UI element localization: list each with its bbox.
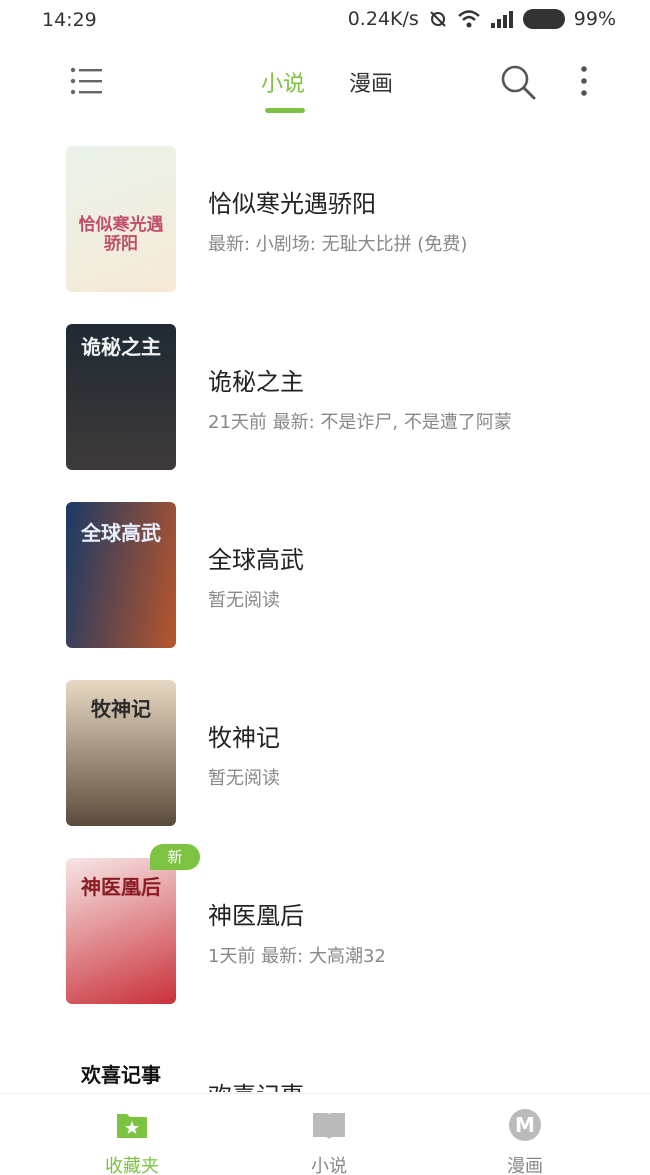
book-title: 诡秘之主 xyxy=(208,368,304,396)
folder-star-icon xyxy=(113,1108,151,1142)
new-badge: 新 xyxy=(150,844,200,870)
book-latest: 暂无阅读 xyxy=(208,590,280,611)
book-latest: 最新: 小剧场: 无耻大比拼 (免费) xyxy=(208,234,468,255)
book-item[interactable]: 欢喜记事 欢喜记事 xyxy=(0,1038,650,1092)
battery-level: 99% xyxy=(573,8,616,30)
book-icon xyxy=(310,1108,348,1142)
network-speed: 0.24K/s xyxy=(347,8,419,30)
book-cover: 全球高武 xyxy=(66,502,176,648)
bookshelf-list: 恰似寒光遇骄阳 恰似寒光遇骄阳 最新: 小剧场: 无耻大比拼 (免费) 诡秘之主… xyxy=(0,146,650,1092)
book-latest: 21天前 最新: 不是诈尸, 不是遭了阿蒙 xyxy=(208,412,512,433)
search-icon[interactable] xyxy=(498,62,538,102)
cover-title: 恰似寒光遇骄阳 xyxy=(78,215,164,254)
nav-favorites[interactable]: 收藏夹 xyxy=(67,1094,197,1175)
book-item[interactable]: 恰似寒光遇骄阳 恰似寒光遇骄阳 最新: 小剧场: 无耻大比拼 (免费) xyxy=(0,146,650,296)
nav-label: 小说 xyxy=(311,1156,347,1175)
cover-title: 诡秘之主 xyxy=(81,335,161,359)
book-title: 全球高武 xyxy=(208,546,304,574)
category-tabs: 小说 漫画 xyxy=(0,50,650,120)
book-cover: 恰似寒光遇骄阳 xyxy=(66,146,176,292)
book-item[interactable]: 全球高武 全球高武 暂无阅读 xyxy=(0,502,650,652)
book-title: 神医凰后 xyxy=(208,902,304,930)
book-item[interactable]: 牧神记 牧神记 暂无阅读 xyxy=(0,680,650,830)
active-tab-indicator xyxy=(265,108,305,113)
svg-text:M: M xyxy=(515,1113,535,1137)
book-cover: 神医凰后 xyxy=(66,858,176,1004)
status-time: 14:29 xyxy=(42,9,97,31)
cover-title: 神医凰后 xyxy=(81,875,161,899)
more-icon[interactable] xyxy=(574,62,594,102)
status-indicators: 0.24K/s 99% xyxy=(348,8,616,30)
cover-title: 牧神记 xyxy=(91,697,151,721)
book-item[interactable]: 诡秘之主 诡秘之主 21天前 最新: 不是诈尸, 不是遭了阿蒙 xyxy=(0,324,650,474)
book-cover: 欢喜记事 xyxy=(66,1038,176,1092)
nav-label: 收藏夹 xyxy=(105,1156,159,1175)
sync-icon xyxy=(428,9,448,29)
battery-icon xyxy=(522,9,565,29)
nav-label: 漫画 xyxy=(507,1156,543,1175)
m-circle-icon: M xyxy=(506,1108,544,1142)
top-bar: 小说 漫画 xyxy=(0,50,650,120)
signal-icon xyxy=(490,9,514,29)
nav-novel[interactable]: 小说 xyxy=(264,1094,394,1175)
cover-title: 欢喜记事 xyxy=(81,1063,161,1087)
book-latest: 1天前 最新: 大高潮32 xyxy=(208,946,386,967)
status-bar: 14:29 0.24K/s 99% xyxy=(0,0,650,44)
bottom-nav: 收藏夹 小说 M 漫画 xyxy=(0,1093,650,1175)
wifi-icon xyxy=(457,9,481,29)
book-cover: 牧神记 xyxy=(66,680,176,826)
nav-comic[interactable]: M 漫画 xyxy=(460,1094,590,1175)
book-title: 恰似寒光遇骄阳 xyxy=(208,190,376,218)
tab-comic[interactable]: 漫画 xyxy=(349,66,393,98)
book-title: 欢喜记事 xyxy=(208,1076,304,1092)
cover-title: 全球高武 xyxy=(81,521,161,545)
book-cover: 诡秘之主 xyxy=(66,324,176,470)
tab-novel[interactable]: 小说 xyxy=(261,66,305,98)
book-title: 牧神记 xyxy=(208,724,280,752)
book-latest: 暂无阅读 xyxy=(208,768,280,789)
book-item[interactable]: 神医凰后 新 神医凰后 1天前 最新: 大高潮32 xyxy=(0,844,650,1008)
